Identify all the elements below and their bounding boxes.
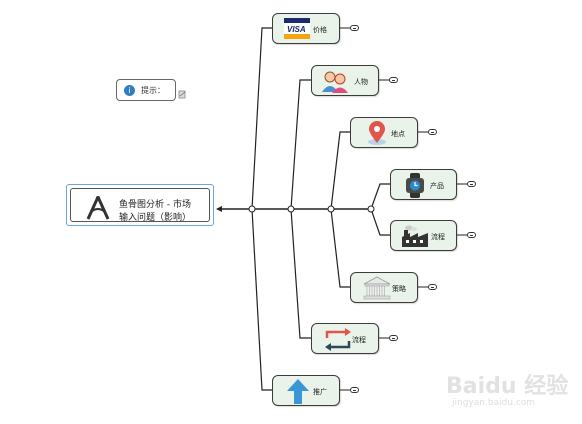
collapse-button[interactable] bbox=[350, 387, 359, 393]
topic-people[interactable]: 人物 bbox=[311, 65, 379, 96]
collapse-button[interactable] bbox=[389, 335, 398, 341]
topic-label: 地点 bbox=[391, 130, 405, 138]
bone-promotion bbox=[251, 208, 272, 391]
topic-promotion[interactable]: 推广 bbox=[272, 375, 340, 406]
cycle-arrows-icon bbox=[325, 328, 351, 351]
baidu-watermark: Baidu 经验 bbox=[446, 374, 569, 399]
spine-arrowhead bbox=[216, 206, 222, 212]
baidu-watermark-url: jingyan.baidu.com bbox=[452, 398, 536, 408]
topic-label: 策略 bbox=[392, 285, 406, 293]
bone-process-1 bbox=[370, 208, 390, 236]
bone-place bbox=[330, 131, 350, 210]
central-topic-frame: 鱼骨图分析 - 市场 输入问题（影响） bbox=[70, 188, 210, 223]
collapse-button[interactable] bbox=[428, 284, 437, 290]
hint-label: 提示： bbox=[141, 86, 165, 95]
bone-strategy bbox=[330, 208, 350, 288]
bone-price bbox=[251, 27, 272, 210]
spine-joint bbox=[248, 205, 256, 213]
visa-card-icon: VISA bbox=[284, 18, 310, 39]
topic-process-1[interactable]: 流程 bbox=[390, 220, 457, 251]
edit-note-icon[interactable] bbox=[178, 90, 187, 99]
topic-process-2[interactable]: 流程 bbox=[311, 323, 379, 354]
people-icon bbox=[322, 71, 348, 93]
spine-joint bbox=[367, 205, 375, 213]
topic-label: 产品 bbox=[430, 182, 444, 190]
topic-label: 流程 bbox=[352, 336, 366, 344]
collapse-button[interactable] bbox=[467, 232, 476, 238]
bank-building-icon bbox=[363, 276, 391, 300]
spine-joint bbox=[327, 205, 335, 213]
spine-joint bbox=[287, 205, 295, 213]
svg-text:VISA: VISA bbox=[287, 25, 306, 34]
factory-icon bbox=[402, 225, 428, 247]
compass-logo-icon bbox=[86, 196, 110, 220]
collapse-button[interactable] bbox=[389, 77, 398, 83]
info-icon: i bbox=[124, 85, 135, 96]
bone-product bbox=[370, 183, 390, 210]
central-topic-line2: 输入问题（影响） bbox=[119, 213, 192, 223]
collapse-button[interactable] bbox=[428, 129, 437, 135]
topic-product[interactable]: 产品 bbox=[390, 169, 457, 200]
watch-icon bbox=[406, 173, 424, 198]
topic-strategy[interactable]: 策略 bbox=[350, 272, 418, 303]
collapse-button[interactable] bbox=[467, 181, 476, 187]
map-pin-icon bbox=[368, 121, 386, 145]
topic-price[interactable]: VISA 价格 bbox=[272, 13, 340, 44]
central-topic[interactable]: 鱼骨图分析 - 市场 输入问题（影响） bbox=[66, 184, 214, 226]
bone-process-2 bbox=[290, 208, 311, 339]
hint-box[interactable]: i 提示： bbox=[116, 79, 176, 101]
topic-place[interactable]: 地点 bbox=[350, 117, 418, 148]
topic-label: 人物 bbox=[354, 78, 368, 86]
central-topic-line1: 鱼骨图分析 - 市场 bbox=[119, 200, 191, 210]
topic-label: 流程 bbox=[431, 233, 445, 241]
collapse-button[interactable] bbox=[350, 25, 359, 31]
up-arrow-icon bbox=[287, 379, 309, 404]
bone-people bbox=[290, 79, 311, 210]
topic-label: 推广 bbox=[313, 388, 327, 396]
topic-label: 价格 bbox=[313, 26, 327, 34]
